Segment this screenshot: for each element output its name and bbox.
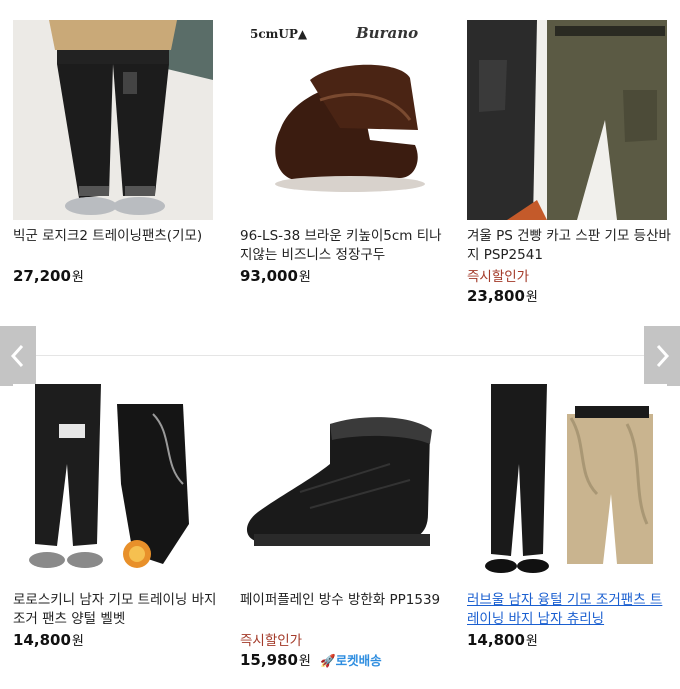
product-price: 15,980원 xyxy=(240,651,311,669)
product-image-dress-shoes[interactable]: 5cmUP▲ Burano xyxy=(240,20,440,220)
carousel-next-button[interactable] xyxy=(644,326,680,386)
product-price: 93,000원 xyxy=(240,267,311,285)
product-image-skinny-jogger[interactable] xyxy=(13,384,213,584)
rocket-delivery-badge: 🚀로켓배송 xyxy=(320,653,382,668)
product-title-link[interactable]: 러브울 남자 융털 기모 조거팬츠 트레이닝 바지 남자 츄리닝 xyxy=(467,591,672,629)
product-image-jogger-pants[interactable] xyxy=(13,20,213,220)
product-title[interactable]: 96-LS-38 브라운 키높이5cm 티나지않는 비즈니스 정장구두 xyxy=(240,227,445,265)
rocket-icon: 🚀 xyxy=(320,653,336,668)
product-title[interactable]: 겨울 PS 건빵 카고 스판 기모 등산바지 PSP2541 xyxy=(467,227,672,265)
product-price: 23,800원 xyxy=(467,287,538,305)
product-price: 14,800원 xyxy=(467,631,538,649)
chevron-left-icon xyxy=(10,344,24,368)
product-title[interactable]: 로로스키니 남자 기모 트레이닝 바지 조거 팬츠 양털 벨벳 xyxy=(13,591,218,629)
chevron-right-icon xyxy=(656,344,670,368)
instant-discount-label: 즉시할인가 xyxy=(240,633,303,649)
product-image-cargo-pants[interactable] xyxy=(467,20,667,220)
brand-badge: 5cmUP▲ xyxy=(250,27,308,41)
product-title[interactable]: 빅군 로지크2 트레이닝팬츠(기모) xyxy=(13,227,218,246)
product-title[interactable]: 페이퍼플레인 방수 방한화 PP1539 xyxy=(240,591,445,610)
product-price: 14,800원 xyxy=(13,631,84,649)
product-image-winter-boots[interactable] xyxy=(240,384,440,584)
row-divider xyxy=(0,355,680,356)
brand-logo: Burano xyxy=(355,24,418,42)
product-price: 27,200원 xyxy=(13,267,84,285)
product-image-fleece-jogger[interactable] xyxy=(467,384,667,584)
carousel-prev-button[interactable] xyxy=(0,326,36,386)
instant-discount-label: 즉시할인가 xyxy=(467,269,530,285)
